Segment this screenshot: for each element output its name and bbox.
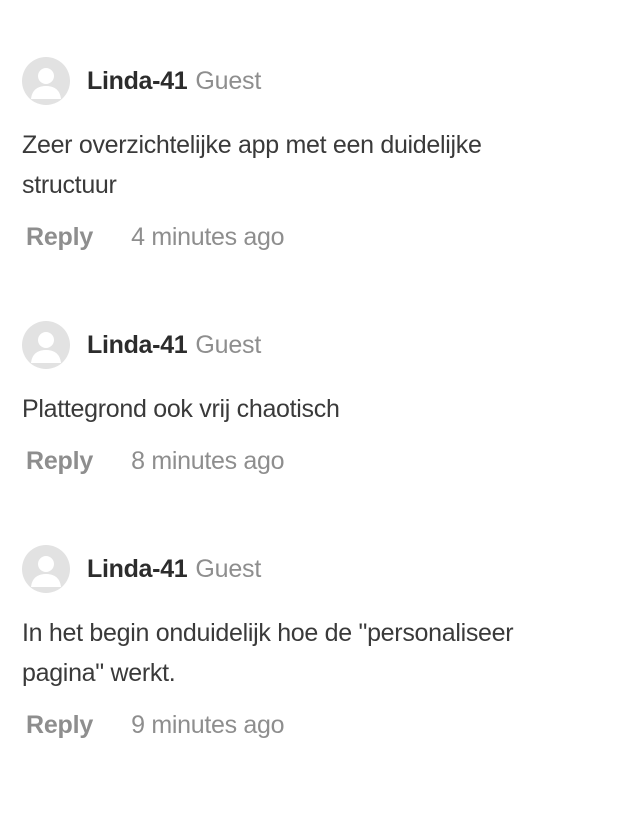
comment-item: Linda-41 Guest Zeer overzichtelijke app …: [22, 57, 612, 257]
comment-body: Zeer overzichtelijke app met een duideli…: [22, 131, 482, 199]
avatar[interactable]: [22, 321, 70, 369]
comment-timestamp: 9 minutes ago: [131, 710, 285, 739]
comment-header: Linda-41 Guest: [22, 321, 612, 369]
avatar[interactable]: [22, 545, 70, 593]
comment-item: Linda-41 Guest Plattegrond ook vrij chao…: [22, 321, 612, 481]
avatar[interactable]: [22, 57, 70, 105]
comment-meta: Reply 8 minutes ago: [22, 441, 612, 481]
author-role-badge: Guest: [195, 330, 262, 359]
comment-body: In het begin onduidelijk hoe de "persona…: [22, 619, 514, 687]
comment-meta: Reply 4 minutes ago: [22, 217, 612, 257]
comment-header: Linda-41 Guest: [22, 545, 612, 593]
reply-button[interactable]: Reply: [26, 447, 93, 476]
comment-author[interactable]: Linda-41: [87, 67, 188, 96]
reply-button[interactable]: Reply: [26, 711, 93, 740]
comment-author[interactable]: Linda-41: [87, 331, 188, 360]
comment-meta: Reply 9 minutes ago: [22, 705, 612, 745]
author-role-badge: Guest: [195, 554, 262, 583]
default-user-icon: [31, 556, 61, 587]
comment-timestamp: 4 minutes ago: [131, 222, 285, 251]
comment-item: Linda-41 Guest In het begin onduidelijk …: [22, 545, 612, 745]
author-role-badge: Guest: [195, 66, 262, 95]
default-user-icon: [31, 68, 61, 99]
comment-body: Plattegrond ook vrij chaotisch: [22, 395, 340, 423]
comment-header: Linda-41 Guest: [22, 57, 612, 105]
comment-author[interactable]: Linda-41: [87, 555, 188, 584]
comment-timestamp: 8 minutes ago: [131, 446, 285, 475]
reply-button[interactable]: Reply: [26, 223, 93, 252]
comment-list: Linda-41 Guest Zeer overzichtelijke app …: [0, 0, 630, 828]
default-user-icon: [31, 332, 61, 363]
